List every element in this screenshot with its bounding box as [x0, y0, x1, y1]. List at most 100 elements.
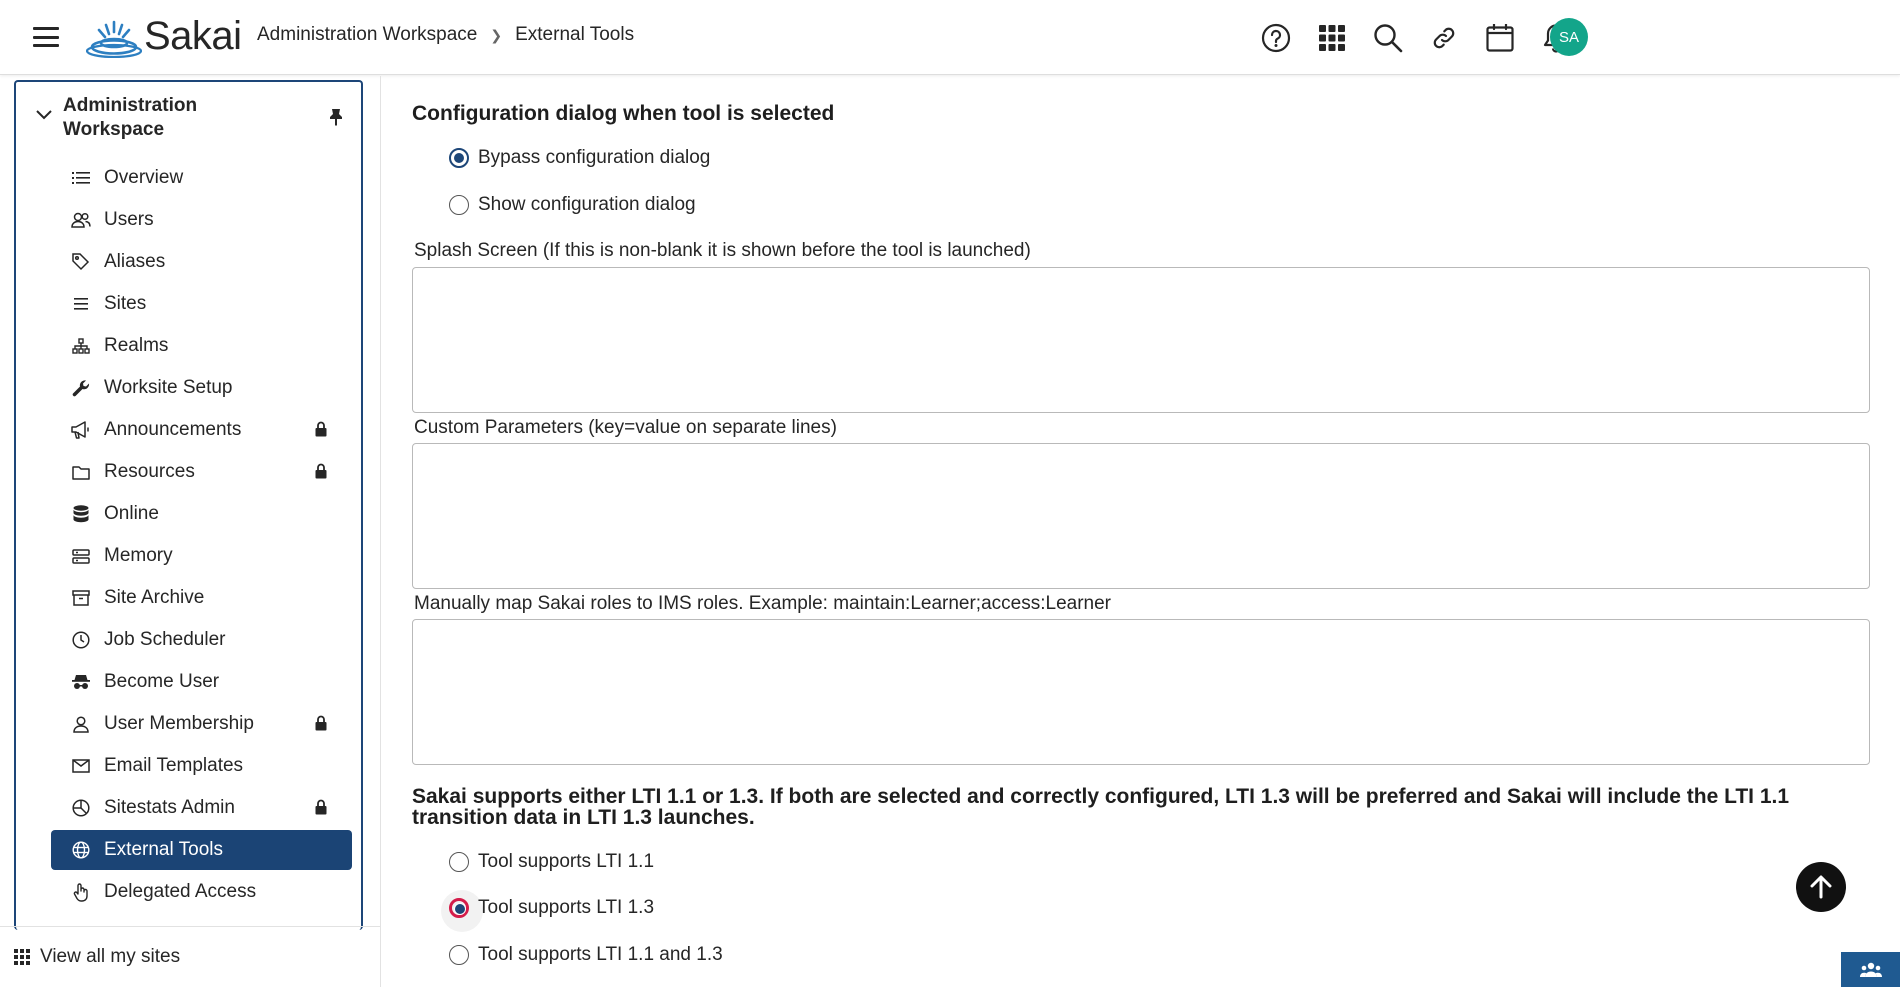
sidebar-item-label: Online [104, 503, 159, 524]
pin-icon[interactable] [329, 108, 343, 126]
main-content: Configuration dialog when tool is select… [382, 76, 1900, 987]
focus-halo [441, 890, 483, 932]
sidebar-item-memory[interactable]: Memory [51, 536, 352, 576]
help-icon[interactable] [1248, 18, 1304, 58]
breadcrumb-tool: External Tools [515, 24, 635, 45]
sidebar-item-label: Realms [104, 335, 169, 356]
radio-button[interactable] [449, 195, 469, 215]
radio-button[interactable] [449, 852, 469, 872]
view-all-sites-link[interactable]: View all my sites [0, 926, 380, 987]
sidebar-item-users[interactable]: Users [51, 200, 352, 240]
lti-version-note: Sakai supports either LTI 1.1 or 1.3. If… [412, 785, 1790, 829]
sidebar-item-user-membership[interactable]: User Membership [51, 704, 352, 744]
radio-lti-11[interactable]: Tool supports LTI 1.1 [449, 851, 654, 873]
tags-icon [71, 252, 91, 272]
sidebar-item-label: Sites [104, 293, 147, 314]
sidebar-item-label: Worksite Setup [104, 377, 233, 398]
sidebar-item-label: Users [104, 209, 154, 230]
users-icon [1859, 962, 1882, 977]
sidebar-item-label: Become User [104, 671, 220, 692]
sidebar-item-label: Sitestats Admin [104, 797, 235, 818]
custom-params-label: Custom Parameters (key=value on separate… [414, 417, 837, 438]
sakai-logo[interactable]: Sakai [86, 14, 242, 58]
spy-icon [71, 672, 91, 692]
config-dialog-heading: Configuration dialog when tool is select… [412, 102, 835, 125]
role-map-textarea[interactable] [412, 619, 1870, 765]
avatar[interactable]: SA [1550, 18, 1588, 56]
folder-icon [71, 462, 91, 482]
memory-icon [71, 546, 91, 566]
users-icon [71, 210, 91, 230]
sidebar-item-online[interactable]: Online [51, 494, 352, 534]
lock-icon [315, 463, 327, 479]
database-icon [71, 504, 91, 524]
radio-label: Tool supports LTI 1.1 and 1.3 [478, 944, 723, 965]
sidebar-item-sites[interactable]: Sites [51, 284, 352, 324]
breadcrumb-workspace[interactable]: Administration Workspace [257, 24, 477, 46]
list-icon [71, 168, 91, 188]
envelope-icon [71, 756, 91, 776]
apps-grid-icon[interactable] [1304, 18, 1360, 58]
custom-params-textarea[interactable] [412, 443, 1870, 589]
radio-lti-13[interactable]: Tool supports LTI 1.3 [441, 890, 655, 932]
sidebar-item-realms[interactable]: Realms [51, 326, 352, 366]
sidebar-item-email-templates[interactable]: Email Templates [51, 746, 352, 786]
sidebar-item-sitestats-admin[interactable]: Sitestats Admin [51, 788, 352, 828]
sidebar-item-label: Resources [104, 461, 195, 482]
sidebar-item-label: Memory [104, 545, 173, 566]
top-header: Sakai Administration Workspace ❯ Externa… [0, 0, 1900, 75]
sidebar-item-label: Email Templates [104, 755, 244, 776]
hamburger-menu-icon[interactable] [33, 27, 59, 47]
radio-button[interactable] [441, 890, 483, 932]
splash-screen-label: Splash Screen (If this is non-blank it i… [414, 240, 1031, 261]
pie-chart-icon [71, 798, 91, 818]
sidebar-item-worksite-setup[interactable]: Worksite Setup [51, 368, 352, 408]
sidebar-item-aliases[interactable]: Aliases [51, 242, 352, 282]
roster-button[interactable] [1841, 952, 1900, 987]
sidebar-item-label: Delegated Access [104, 881, 257, 902]
radio-label: Tool supports LTI 1.3 [478, 897, 655, 918]
logo-text: Sakai [144, 14, 242, 58]
sidebar-item-announcements[interactable]: Announcements [51, 410, 352, 450]
link-icon[interactable] [1416, 18, 1472, 58]
sidebar-item-external-tools[interactable]: External Tools [51, 830, 352, 870]
user-icon [71, 714, 91, 734]
lock-icon [315, 715, 327, 731]
calendar-icon[interactable] [1472, 18, 1528, 58]
megaphone-icon [71, 420, 91, 440]
sidebar-item-become-user[interactable]: Become User [51, 662, 352, 702]
chevron-right-icon: ❯ [490, 26, 503, 43]
scroll-to-top-button[interactable] [1796, 862, 1846, 912]
sidebar-item-delegated-access[interactable]: Delegated Access [51, 872, 352, 912]
radio-label: Bypass configuration dialog [478, 147, 711, 168]
sidebar-item-label: Site Archive [104, 587, 205, 608]
sidebar-item-resources[interactable]: Resources [51, 452, 352, 492]
site-header[interactable]: Administration Workspace [16, 82, 361, 152]
archive-icon [71, 588, 91, 608]
search-icon[interactable] [1360, 18, 1416, 58]
radio-label: Tool supports LTI 1.1 [478, 851, 655, 872]
radio-lti-both[interactable]: Tool supports LTI 1.1 and 1.3 [449, 944, 723, 966]
breadcrumb: Administration Workspace ❯ External Tool… [257, 24, 634, 46]
header-icon-bar [1248, 18, 1584, 58]
radio-label: Show configuration dialog [478, 194, 696, 215]
radio-bypass-config[interactable]: Bypass configuration dialog [449, 147, 710, 169]
sidebar-item-label: Announcements [104, 419, 242, 440]
sakai-logo-icon [86, 20, 142, 58]
role-map-label: Manually map Sakai roles to IMS roles. E… [414, 593, 1111, 614]
radio-show-config[interactable]: Show configuration dialog [449, 194, 696, 216]
apps-grid-icon [14, 949, 30, 965]
radio-button[interactable] [449, 148, 469, 168]
splash-screen-textarea[interactable] [412, 267, 1870, 413]
lock-icon [315, 799, 327, 815]
sidebar-item-job-scheduler[interactable]: Job Scheduler [51, 620, 352, 660]
wrench-icon [71, 378, 91, 398]
lines-icon [71, 294, 91, 314]
sidebar-item-label: External Tools [104, 839, 223, 860]
chevron-down-icon[interactable] [36, 110, 52, 120]
sidebar-item-site-archive[interactable]: Site Archive [51, 578, 352, 618]
sidebar-item-label: User Membership [104, 713, 254, 734]
site-title: Administration Workspace [63, 95, 198, 140]
sidebar-item-overview[interactable]: Overview [51, 158, 352, 198]
radio-button[interactable] [449, 945, 469, 965]
